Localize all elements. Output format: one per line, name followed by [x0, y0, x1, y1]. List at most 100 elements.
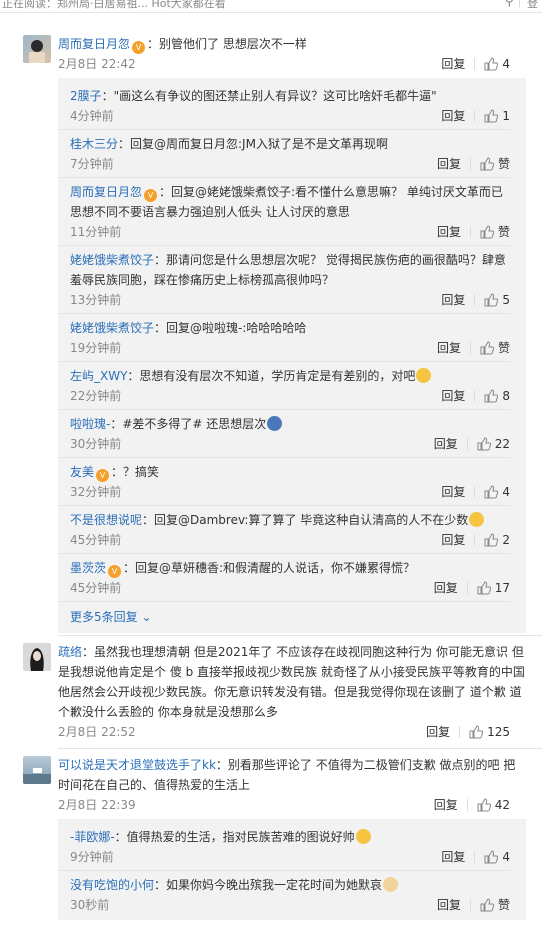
reply-author[interactable]: 2膜子 — [70, 89, 102, 103]
smile-emoji-icon — [469, 512, 485, 527]
laugh-emoji-icon — [355, 829, 371, 844]
reply-button[interactable]: 回复 — [437, 222, 461, 242]
thumb-up-icon[interactable] — [484, 485, 499, 499]
reply-body: ：回复@草妍穗香:和假清醒的人说话，你不嫌累得慌？ — [123, 561, 416, 575]
thumb-up-icon[interactable] — [480, 225, 494, 239]
reply-button[interactable]: 回复 — [441, 106, 465, 126]
reply-item: 姥姥饿柴煮饺子：那请问您是什么思想层次呢？ 觉得揭民族伤疤的画很酷吗？肆意羞辱民… — [58, 246, 510, 314]
reply-button[interactable]: 回复 — [441, 847, 465, 867]
divider — [469, 342, 471, 354]
thumb-up-icon[interactable] — [477, 581, 491, 595]
reply-author[interactable]: 姥姥饿柴煮饺子 — [70, 253, 154, 267]
comment-item: 可以说是天才退堂鼓选手了kk：别看那些评论了 不值得为二极管们支歉 做点别的吧 … — [0, 749, 542, 926]
reply-time: 11分钟前 — [70, 225, 122, 239]
like-count: 5 — [502, 293, 510, 307]
reply-item: 桂木三分：回复@周而复日月忽:JM入狱了是不是文革再现啊 7分钟前 回复 赞 — [58, 130, 510, 178]
divider — [469, 226, 471, 238]
reply-body: ："画这么有争议的图还禁止别人有异议？这可比啥奸毛都牛逼" — [101, 89, 437, 103]
comment-author[interactable]: 疏络 — [58, 645, 82, 659]
thumb-up-icon[interactable] — [484, 850, 499, 864]
thumb-up-icon[interactable] — [484, 109, 499, 123]
reply-button[interactable]: 回复 — [426, 722, 450, 742]
comment-actions: 回复 42 — [434, 795, 510, 815]
reply-author[interactable]: 墨茨茨 — [70, 561, 106, 575]
like-count: 赞 — [497, 898, 510, 912]
reply-button[interactable]: 回复 — [441, 290, 465, 310]
avatar[interactable] — [23, 756, 51, 784]
comment-author[interactable]: 可以说是天才退堂鼓选手了kk — [58, 758, 216, 772]
reply-button[interactable]: 回复 — [437, 154, 461, 174]
divider — [474, 390, 476, 402]
thumb-up-icon[interactable] — [484, 293, 499, 307]
vip-badge-icon: V — [132, 41, 146, 54]
reply-author[interactable]: 啦啦瑰- — [70, 417, 110, 431]
reply-item: 墨茨茨 V ：回复@草妍穗香:和假清醒的人说话，你不嫌累得慌？ 45分钟前 回复 17 — [58, 554, 510, 602]
reply-author[interactable]: 不是很想说呢 — [70, 513, 142, 527]
reply-button[interactable]: 回复 — [441, 54, 465, 74]
like-count: 4 — [502, 850, 510, 864]
comment-text: 周而复日月忽 V ：别管他们了 思想层次不一样 — [58, 28, 526, 54]
avatar-image — [29, 40, 45, 63]
reply-author[interactable]: -菲欧娜- — [70, 830, 115, 844]
reply-item: 左屿_XWY：思想有没有层次不知道，学历肯定是有差别的，对吧 22分钟前 回复 8 — [58, 362, 510, 410]
reply-time: 4分钟前 — [70, 109, 114, 123]
reply-time: 30分钟前 — [70, 437, 122, 451]
reply-author[interactable]: 左屿_XWY — [70, 369, 127, 383]
reply-button[interactable]: 回复 — [437, 338, 461, 358]
divider — [469, 899, 471, 911]
reply-body: ：如果你妈今晚出殡我一定花时间为她默哀 — [154, 878, 383, 892]
comment-text: 可以说是天才退堂鼓选手了kk：别看那些评论了 不值得为二极管们支歉 做点别的吧 … — [58, 749, 526, 795]
reply-button[interactable]: 回复 — [434, 578, 458, 598]
thumb-up-icon[interactable] — [480, 157, 494, 171]
reply-list: 2膜子："画这么有争议的图还禁止别人有异议？这可比啥奸毛都牛逼" 4分钟前 回复… — [58, 78, 526, 633]
reply-author[interactable]: 桂木三分 — [70, 137, 118, 151]
thumb-up-icon[interactable] — [484, 57, 499, 71]
like-count: 2 — [502, 533, 510, 547]
reply-button[interactable]: 回复 — [441, 530, 465, 550]
divider — [474, 110, 476, 122]
avatar[interactable] — [23, 643, 51, 671]
reply-author[interactable]: 姥姥饿柴煮饺子 — [70, 321, 154, 335]
login-link[interactable]: 登 — [527, 0, 538, 11]
divider — [474, 486, 476, 498]
more-replies-label: 更多5条回复 — [70, 610, 138, 624]
thumb-up-icon[interactable] — [469, 725, 484, 739]
reply-button[interactable]: 回复 — [434, 795, 458, 815]
reply-button[interactable]: 回复 — [441, 386, 465, 406]
reply-button[interactable]: 回复 — [437, 895, 461, 915]
reply-item: 2膜子："画这么有争议的图还禁止别人有异议？这可比啥奸毛都牛逼" 4分钟前 回复… — [58, 82, 510, 130]
reply-item: -菲欧娜-：值得热爱的生活，指对民族苦难的图说好帅 9分钟前 回复 4 — [58, 823, 510, 871]
thumb-up-icon[interactable] — [480, 898, 494, 912]
divider — [459, 726, 461, 738]
comment-body: ：虽然我也理想清朝 但是2021年了 不应该存在歧视同胞这种行为 你可能无意识 … — [58, 645, 525, 719]
reply-time: 45分钟前 — [70, 581, 122, 595]
thumb-up-icon[interactable] — [477, 437, 491, 451]
thumb-up-icon[interactable] — [480, 341, 494, 355]
reply-item: 不是很想说呢：回复@Dambrev:算了算了 毕竟这种自认清高的人不在少数 45… — [58, 506, 510, 554]
comment-text: 疏络：虽然我也理想清朝 但是2021年了 不应该存在歧视同胞这种行为 你可能无意… — [58, 636, 526, 722]
avatar[interactable] — [23, 35, 51, 63]
search-icon[interactable]: ⚲ — [504, 0, 514, 9]
thumb-up-icon[interactable] — [484, 533, 499, 547]
divider — [519, 0, 520, 8]
reply-button[interactable]: 回复 — [434, 434, 458, 454]
like-count: 赞 — [497, 157, 510, 171]
avatar-image — [23, 768, 51, 784]
vip-badge-icon: V — [144, 189, 158, 202]
comment-author[interactable]: 周而复日月忽 — [58, 37, 130, 51]
wink-emoji-icon — [416, 368, 432, 383]
like-count: 125 — [487, 725, 510, 739]
more-replies-link[interactable]: 更多5条回复 ⌄ — [58, 602, 526, 631]
thumb-up-icon[interactable] — [477, 798, 491, 812]
reply-item: 友美 V ：？搞笑 32分钟前 回复 4 — [58, 458, 510, 506]
reply-author[interactable]: 周而复日月忽 — [70, 185, 142, 199]
like-count: 8 — [502, 389, 510, 403]
reply-author[interactable]: 没有吃饱的小何 — [70, 878, 154, 892]
comment-item: 周而复日月忽 V ：别管他们了 思想层次不一样 2月8日 22:42 回复 4 2膜… — [0, 28, 542, 635]
comment-meta: 2月8日 22:39 回复 42 — [58, 795, 526, 815]
reply-body: ：值得热爱的生活，指对民族苦难的图说好帅 — [114, 830, 355, 844]
reply-author[interactable]: 友美 — [70, 465, 94, 479]
reply-body: ：回复@Dambrev:算了算了 毕竟这种自认清高的人不在少数 — [142, 513, 469, 527]
reply-button[interactable]: 回复 — [441, 482, 465, 502]
thumb-up-icon[interactable] — [484, 389, 499, 403]
